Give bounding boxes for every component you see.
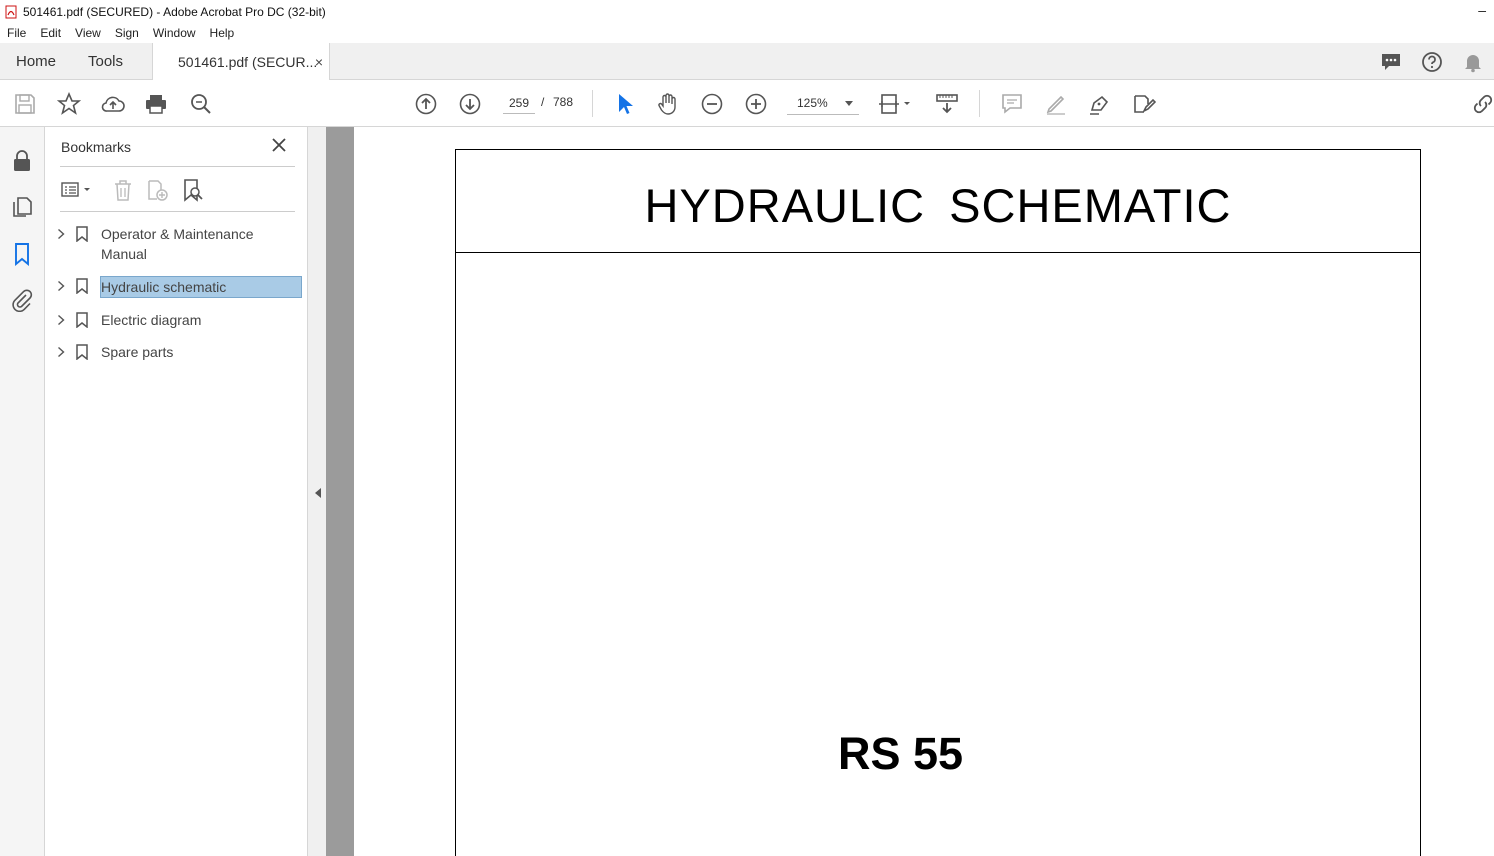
next-page-icon[interactable] [457, 91, 483, 117]
print-icon[interactable] [143, 91, 169, 117]
toolbar-divider [979, 90, 980, 117]
chevron-down-icon [845, 101, 853, 106]
share-link-icon[interactable] [1470, 91, 1494, 117]
page-total: 788 [553, 95, 574, 109]
minimize-button[interactable]: – [1478, 2, 1486, 18]
comment-bubble-icon[interactable] [1380, 51, 1402, 73]
menu-window[interactable]: Window [146, 26, 203, 40]
tab-bar: Home Tools 501461.pdf (SECUR... × [0, 43, 1494, 81]
document-heading: HYDRAULIC SCHEMATIC [644, 179, 1232, 232]
zoom-in-icon[interactable] [743, 91, 769, 117]
page-number-input[interactable] [503, 92, 535, 114]
draw-signature-icon[interactable] [1087, 91, 1113, 117]
navigation-rail [0, 127, 45, 856]
zoom-level-select[interactable]: 125% [787, 92, 859, 115]
bookmark-operator-maintenance-manual[interactable]: Operator & Maintenance Manual [55, 224, 305, 264]
highlight-pen-icon[interactable] [1043, 91, 1069, 117]
tab-tools[interactable]: Tools [88, 43, 123, 80]
menu-view[interactable]: View [68, 26, 108, 40]
hand-tool-icon[interactable] [655, 91, 681, 117]
page-separator: / [541, 95, 545, 109]
bookmark-panel-icon[interactable] [10, 242, 34, 266]
main-toolbar: / 788 125% [0, 80, 1494, 127]
bookmark-search-icon[interactable] [180, 178, 204, 202]
panel-title: Bookmarks [61, 139, 132, 155]
cloud-upload-icon[interactable] [100, 91, 126, 117]
bookmark-label: Spare parts [101, 344, 174, 360]
tab-home[interactable]: Home [16, 43, 56, 80]
lock-icon[interactable] [10, 149, 34, 173]
delete-bookmark-icon[interactable] [111, 178, 135, 202]
scroll-mode-icon[interactable] [934, 91, 960, 117]
bookmark-options-icon[interactable] [60, 178, 96, 202]
bookmark-icon [75, 276, 89, 296]
bookmark-icon [75, 342, 89, 362]
bookmark-spare-parts[interactable]: Spare parts [55, 342, 305, 362]
model-label: RS 55 [838, 728, 964, 779]
window-title: 501461.pdf (SECURED) - Adobe Acrobat Pro… [23, 4, 326, 19]
bookmark-icon [75, 224, 89, 244]
menu-sign[interactable]: Sign [108, 26, 146, 40]
menu-bar: File Edit View Sign Window Help [0, 23, 1494, 43]
close-panel-icon[interactable] [271, 137, 287, 153]
tabbar-actions [1371, 43, 1494, 80]
pdf-page: HYDRAULIC SCHEMATIC RS 55 [354, 127, 1494, 856]
zoom-level-value: 125% [797, 96, 828, 110]
chevron-right-icon[interactable] [55, 310, 67, 330]
save-icon[interactable] [12, 91, 38, 117]
menu-file[interactable]: File [0, 26, 33, 40]
zoom-out-icon[interactable] [699, 91, 725, 117]
bookmark-hydraulic-schematic[interactable]: Hydraulic schematic [55, 276, 305, 298]
fit-page-icon[interactable] [877, 91, 913, 117]
bookmark-label: Electric diagram [101, 312, 202, 328]
heading-divider [456, 252, 1420, 253]
bookmark-electric-diagram[interactable]: Electric diagram [55, 310, 305, 330]
menu-edit[interactable]: Edit [33, 26, 68, 40]
bookmark-icon [75, 310, 89, 330]
bookmark-label: Operator & Maintenance Manual [101, 226, 254, 262]
chevron-right-icon[interactable] [55, 342, 67, 362]
close-tab-icon[interactable]: × [315, 54, 323, 70]
star-icon[interactable] [56, 91, 82, 117]
help-icon[interactable] [1421, 51, 1443, 73]
collapse-arrow-icon [315, 488, 321, 498]
bookmarks-panel: Bookmarks Operator & Maintenance Manual [45, 127, 308, 856]
page-border-frame: HYDRAULIC SCHEMATIC RS 55 [455, 149, 1421, 856]
acrobat-pdf-icon [4, 5, 18, 19]
menu-help[interactable]: Help [203, 26, 242, 40]
toolbar-divider [592, 90, 593, 117]
bookmark-label: Hydraulic schematic [100, 276, 302, 298]
tab-document[interactable]: 501461.pdf (SECUR... × [152, 43, 330, 81]
select-cursor-icon[interactable] [611, 91, 637, 117]
document-viewport[interactable]: HYDRAULIC SCHEMATIC RS 55 [326, 127, 1494, 856]
search-zoom-icon[interactable] [188, 91, 214, 117]
previous-page-icon[interactable] [413, 91, 439, 117]
add-comment-icon[interactable] [999, 91, 1025, 117]
panel-collapse-handle[interactable] [308, 127, 326, 856]
page-thumbnails-icon[interactable] [10, 195, 34, 219]
panel-divider [60, 211, 295, 212]
attachment-icon[interactable] [10, 288, 34, 312]
tab-document-label: 501461.pdf (SECUR... [178, 54, 318, 70]
notification-bell-icon[interactable] [1462, 51, 1484, 73]
panel-divider [60, 166, 295, 167]
title-bar: 501461.pdf (SECURED) - Adobe Acrobat Pro… [0, 0, 1494, 23]
edit-pdf-icon[interactable] [1131, 91, 1157, 117]
chevron-right-icon[interactable] [55, 276, 67, 296]
new-bookmark-icon[interactable] [145, 178, 169, 202]
chevron-right-icon[interactable] [55, 224, 67, 244]
bookmark-list: Operator & Maintenance Manual Hydraulic … [55, 224, 305, 374]
